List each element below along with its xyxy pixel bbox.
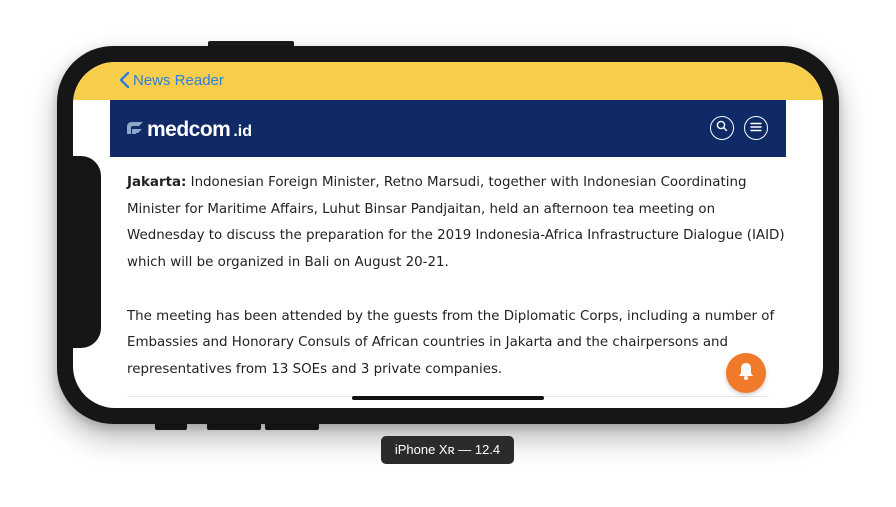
article-dateline: Jakarta: xyxy=(127,175,187,190)
chevron-left-icon xyxy=(119,71,130,89)
notification-button[interactable] xyxy=(726,353,766,393)
logo-text: medcom xyxy=(147,118,231,141)
site-header: medcom .id xyxy=(110,100,786,157)
device-notch xyxy=(73,156,101,348)
logo-tld: .id xyxy=(233,122,253,140)
home-indicator[interactable] xyxy=(352,396,544,400)
iphone-frame: News Reader medcom .id Jakarta: Indonesi… xyxy=(57,46,839,424)
back-button[interactable]: News Reader xyxy=(119,71,224,89)
simulator-stage: News Reader medcom .id Jakarta: Indonesi… xyxy=(0,0,896,507)
search-button[interactable] xyxy=(710,116,734,140)
menu-button[interactable] xyxy=(744,116,768,140)
article-paragraph: Jakarta: Indonesian Foreign Minister, Re… xyxy=(127,170,787,277)
back-button-label: News Reader xyxy=(133,71,224,89)
logo-mark-icon xyxy=(126,120,144,141)
medcom-logo[interactable]: medcom .id xyxy=(126,118,252,142)
simulator-device-label: iPhone Xʀ — 12.4 xyxy=(381,436,514,464)
article-paragraph-1-text: Indonesian Foreign Minister, Retno Marsu… xyxy=(127,175,785,271)
article-body: Jakarta: Indonesian Foreign Minister, Re… xyxy=(127,170,787,408)
bell-icon xyxy=(737,361,755,386)
device-screen: News Reader medcom .id Jakarta: Indonesi… xyxy=(73,62,823,408)
hamburger-menu-icon xyxy=(750,119,762,137)
app-navbar: News Reader xyxy=(73,62,823,100)
article-paragraph: The meeting has been attended by the gue… xyxy=(127,304,787,384)
article-paragraph-2-text: The meeting has been attended by the gue… xyxy=(127,308,775,377)
search-icon xyxy=(716,119,728,137)
